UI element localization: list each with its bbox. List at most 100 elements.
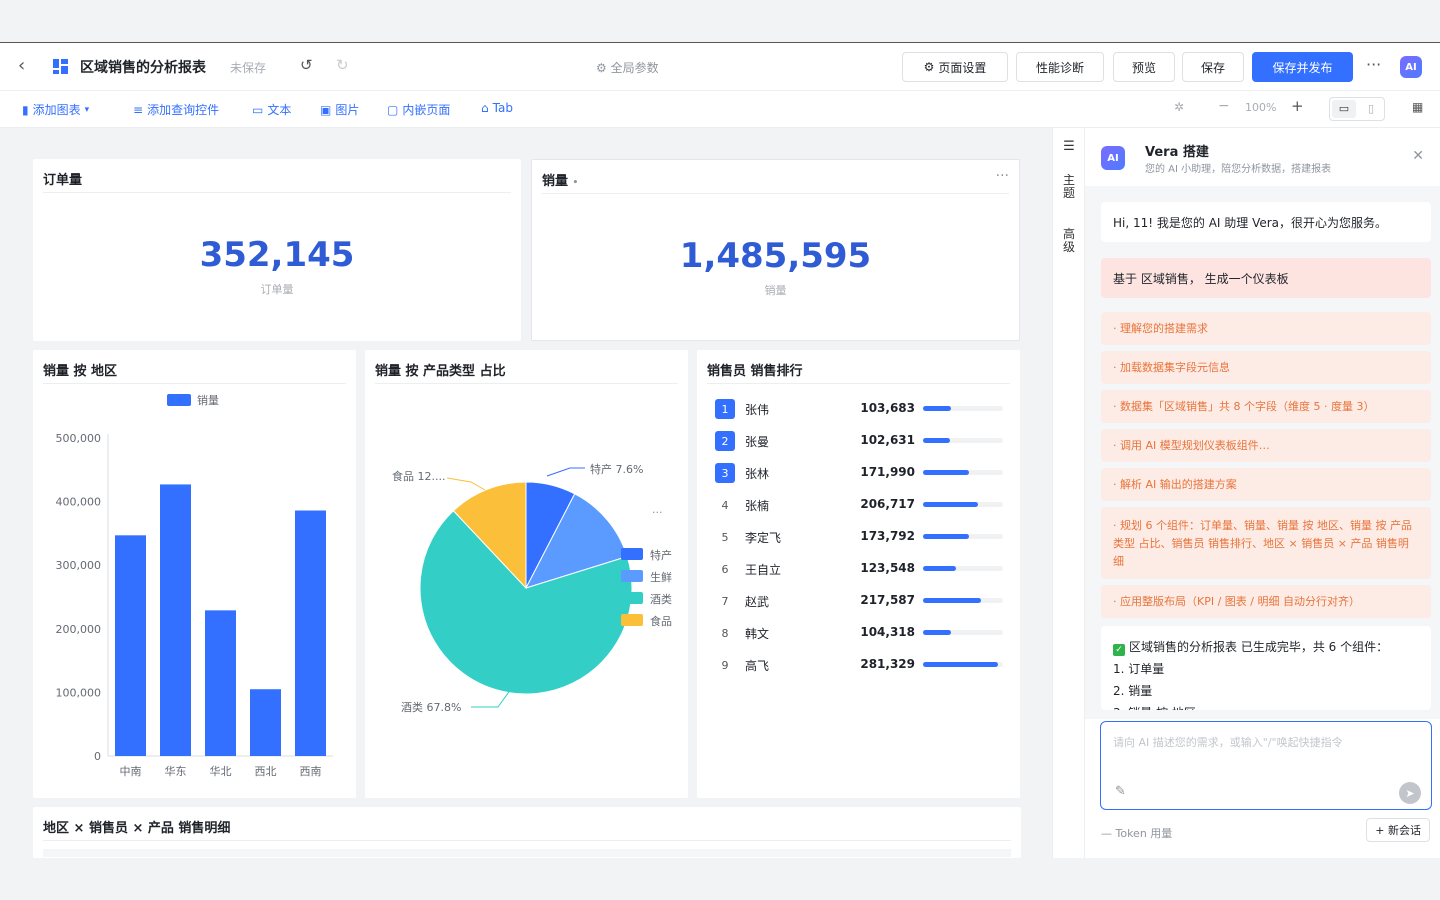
perf-diagnosis-button[interactable]: 性能诊断	[1016, 52, 1104, 82]
global-params-button[interactable]: ⚙ 全局参数	[596, 59, 659, 76]
ai-subtitle: 您的 AI 小助理，陪您分析数据，搭建报表	[1145, 164, 1332, 175]
strip-advanced[interactable]: 高级	[1061, 228, 1077, 254]
rank-number: 4	[721, 498, 729, 512]
strip-theme[interactable]: 主题	[1061, 174, 1077, 200]
send-icon[interactable]: ➤	[1399, 782, 1421, 804]
new-chat-button[interactable]: + 新会话	[1366, 818, 1430, 842]
save-status: 未保存	[230, 61, 267, 75]
legend-swatch	[621, 614, 643, 626]
zoom-level: 100%	[1245, 101, 1277, 114]
bar-chart-card[interactable]: 销量 按 地区 500,000 400,000 300,000 200,000 100,…	[33, 350, 356, 798]
grid-icon[interactable]: ▦	[1412, 100, 1423, 114]
pie-chart-card[interactable]: 销量 按 产品类型 占比 特产 7.6% 食品 12.... 酒类 67.8%...…	[365, 350, 688, 798]
ranking-card[interactable]: 销售员 销售排行 1 张伟 103,683 2 张曼 102,631 3 张林 171,990 4…	[697, 350, 1020, 798]
global-params-label: 全局参数	[610, 61, 659, 75]
chat-history[interactable]: Hi, 11! 我是您的 AI 助理 Vera，很开心为您服务。 基于 区域销售…	[1085, 186, 1440, 719]
top-bar: ‹ 区域销售的分析报表 未保存 ↺ ↻ ⚙ 全局参数 ⚙ 页面设置 性能诊断 预览…	[0, 42, 1440, 91]
bar	[205, 610, 236, 756]
y-tick-label: 400,000	[56, 496, 102, 509]
ranking-row[interactable]: 9 高飞 281,329	[715, 653, 1005, 675]
desktop-icon[interactable]: ▭	[1332, 100, 1356, 118]
ranking-row[interactable]: 4 张楠 206,717	[715, 493, 1005, 515]
add-embed-label: 内嵌页面	[402, 103, 451, 117]
rank-value: 171,990	[860, 465, 915, 479]
ai-title: Vera 搭建	[1145, 145, 1209, 160]
ranking-row[interactable]: 3 张林 171,990	[715, 461, 1005, 483]
rank-number: 5	[721, 530, 729, 544]
more-icon[interactable]: ···	[996, 168, 1009, 184]
bar-chart: 500,000 400,000 300,000 200,000 100,000 0 销量中南…	[56, 393, 333, 778]
rank-bar-fill	[923, 566, 956, 571]
rank-bar-track	[923, 566, 1003, 571]
kpi-value: 352,145	[199, 235, 355, 275]
rank-number: 2	[715, 431, 735, 451]
x-tick-label: 华东	[165, 764, 187, 778]
completion-item: 3. 销量 按 地区	[1113, 702, 1419, 710]
zoom-out-icon[interactable]: −	[1218, 98, 1230, 114]
bar-chart-icon: ▮	[22, 102, 29, 117]
redo-icon[interactable]: ↻	[336, 56, 349, 74]
card-title: 销量 •	[542, 174, 579, 189]
add-tab-button[interactable]: ⌂ Tab	[481, 101, 513, 115]
add-query-button[interactable]: ≡ 添加查询控件	[133, 101, 219, 118]
mobile-icon[interactable]: ▯	[1360, 100, 1382, 118]
rank-bar-track	[923, 438, 1003, 443]
save-publish-button[interactable]: 保存并发布	[1252, 52, 1353, 82]
add-image-button[interactable]: ▣ 图片	[320, 101, 359, 118]
add-chart-label: 添加图表	[32, 103, 81, 117]
page-settings-label: 页面设置	[938, 60, 987, 75]
completion-message: ✓ 区域销售的分析报表 已生成完毕，共 6 个组件： 1. 订单量 2. 销量 3…	[1101, 626, 1431, 710]
progress-step: · 解析 AI 输出的搭建方案	[1101, 468, 1431, 501]
card-title-text: 销量	[542, 174, 569, 189]
legend-label: 特产	[650, 548, 672, 562]
more-icon[interactable]: ···	[1366, 55, 1381, 74]
add-text-button[interactable]: ▭ 文本	[252, 101, 291, 118]
add-text-label: 文本	[267, 103, 292, 117]
save-button[interactable]: 保存	[1182, 52, 1244, 82]
token-usage[interactable]: — Token 用量	[1101, 825, 1172, 841]
slice-label: 食品 12....	[392, 469, 445, 483]
page-settings-button[interactable]: ⚙ 页面设置	[902, 52, 1008, 82]
rank-name: 韩文	[745, 627, 770, 641]
attach-icon[interactable]: ✎	[1115, 784, 1126, 799]
back-icon[interactable]: ‹	[18, 57, 38, 77]
ranking-row[interactable]: 8 韩文 104,318	[715, 621, 1005, 643]
tab-icon: ⌂	[481, 101, 489, 115]
detail-table-card[interactable]: 地区 × 销售员 × 产品 销售明细	[33, 807, 1021, 858]
ranking-row[interactable]: 1 张伟 103,683	[715, 397, 1005, 419]
ranking-row[interactable]: 5 李定飞 173,792	[715, 525, 1005, 547]
rank-number: 1	[715, 399, 735, 419]
check-icon: ✓	[1113, 644, 1125, 656]
completion-item: 2. 销量	[1113, 684, 1153, 698]
ranking-row[interactable]: 7 赵武 217,587	[715, 589, 1005, 611]
page-title: 区域销售的分析报表	[80, 60, 206, 76]
close-icon[interactable]: ✕	[1412, 148, 1424, 164]
filter-icon: ≡	[133, 102, 144, 117]
card-title: 地区 × 销售员 × 产品 销售明细	[43, 821, 231, 836]
undo-icon[interactable]: ↺	[300, 56, 313, 74]
device-toggle: ▭ ▯	[1329, 97, 1385, 121]
rank-bar-fill	[923, 598, 981, 603]
component-toolbar: ▮ 添加图表 ▾ ≡ 添加查询控件 ▭ 文本 ▣ 图片 ▢ 内嵌页面 ⌂ Tab ✲ − 10…	[0, 91, 1440, 128]
ranking-row[interactable]: 2 张曼 102,631	[715, 429, 1005, 451]
ai-prompt-placeholder: 请向 AI 描述您的需求，或输入"/"唤起快捷指令	[1113, 736, 1343, 749]
embed-icon: ▢	[387, 102, 399, 117]
card-title: 订单量	[43, 173, 83, 188]
preview-button[interactable]: 预览	[1113, 52, 1175, 82]
legend-label: 酒类	[650, 592, 672, 606]
ai-panel: AI Vera 搭建 您的 AI 小助理，陪您分析数据，搭建报表 ✕ Hi, 1…	[1085, 128, 1440, 858]
card-title: 销售员 销售排行	[707, 364, 803, 379]
kpi-card-sales[interactable]: 销量 • ··· 1,485,595 销量	[531, 159, 1020, 341]
kpi-card-orders[interactable]: 订单量 352,145 订单量	[33, 159, 521, 341]
rank-name: 张林	[745, 467, 770, 481]
y-tick-label: 0	[94, 750, 101, 763]
add-chart-button[interactable]: ▮ 添加图表 ▾	[22, 101, 89, 118]
zoom-in-icon[interactable]: +	[1291, 97, 1304, 115]
outline-icon[interactable]: ☰	[1061, 140, 1077, 153]
ai-prompt-input[interactable]: 请向 AI 描述您的需求，或输入"/"唤起快捷指令 ✎ ➤	[1100, 721, 1432, 810]
ai-assistant-button[interactable]: AI	[1400, 56, 1422, 78]
add-embed-button[interactable]: ▢ 内嵌页面	[387, 101, 450, 118]
rank-bar-track	[923, 630, 1003, 635]
magic-icon[interactable]: ✲	[1174, 100, 1184, 114]
ranking-row[interactable]: 6 王自立 123,548	[715, 557, 1005, 579]
